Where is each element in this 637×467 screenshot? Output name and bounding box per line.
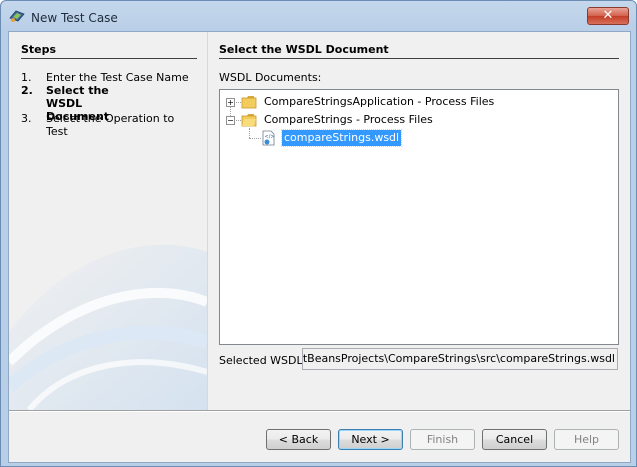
wsdl-file-icon: </> bbox=[262, 130, 275, 146]
dialog-window: New Test Case ✕ Steps 1. Enter the Test … bbox=[0, 0, 637, 467]
steps-divider bbox=[21, 58, 197, 59]
window-title: New Test Case bbox=[31, 11, 118, 25]
content-divider bbox=[219, 58, 619, 59]
step-label: Select the Operation to Test bbox=[46, 112, 175, 138]
tree-node-compare-strings-application[interactable]: + CompareStringsApplication - Process Fi… bbox=[220, 94, 616, 110]
wsdl-tree[interactable]: + CompareStringsApplication - Process Fi… bbox=[219, 89, 619, 345]
close-button[interactable]: ✕ bbox=[587, 7, 629, 25]
steps-panel: Steps 1. Enter the Test Case Name 2. Sel… bbox=[9, 32, 207, 410]
tree-node-label: CompareStringsApplication - Process File… bbox=[264, 95, 495, 108]
button-bar-separator bbox=[9, 410, 630, 412]
tree-node-label: compareStrings.wsdl bbox=[280, 129, 403, 147]
panel-divider bbox=[207, 32, 208, 410]
tree-node-compare-strings-wsdl[interactable]: </> compareStrings.wsdl bbox=[220, 129, 616, 147]
app-icon bbox=[9, 10, 25, 22]
collapse-icon[interactable]: − bbox=[226, 116, 235, 125]
step-label: Enter the Test Case Name bbox=[46, 71, 189, 84]
step-number: 2. bbox=[21, 84, 33, 97]
finish-button[interactable]: Finish bbox=[410, 429, 475, 450]
selected-wsdl-field[interactable]: ents\NetBeansProjects\CompareStrings\src… bbox=[302, 348, 618, 370]
next-button[interactable]: Next > bbox=[338, 429, 403, 450]
help-button[interactable]: Help bbox=[554, 429, 619, 450]
tree-node-label: CompareStrings - Process Files bbox=[264, 113, 433, 126]
decorative-swoosh bbox=[9, 244, 207, 410]
step-number: 3. bbox=[21, 112, 32, 125]
step-number: 1. bbox=[21, 71, 32, 84]
selected-wsdl-label: Selected WSDL: bbox=[219, 354, 307, 367]
cancel-button[interactable]: Cancel bbox=[482, 429, 547, 450]
dialog-body: Steps 1. Enter the Test Case Name 2. Sel… bbox=[8, 31, 631, 463]
selected-wsdl-value: ents\NetBeansProjects\CompareStrings\src… bbox=[302, 352, 615, 365]
folder-icon bbox=[241, 96, 257, 109]
title-bar[interactable]: New Test Case ✕ bbox=[1, 1, 636, 31]
expand-icon[interactable]: + bbox=[226, 98, 235, 107]
folder-open-icon bbox=[241, 114, 257, 127]
close-icon: ✕ bbox=[602, 8, 614, 23]
svg-text:</>: </> bbox=[265, 134, 275, 140]
back-button[interactable]: < Back bbox=[266, 429, 331, 450]
tree-node-compare-strings[interactable]: − CompareStrings - Process Files bbox=[220, 112, 616, 128]
wsdl-documents-label: WSDL Documents: bbox=[219, 71, 322, 84]
steps-heading: Steps bbox=[21, 43, 57, 56]
content-heading: Select the WSDL Document bbox=[219, 43, 389, 56]
